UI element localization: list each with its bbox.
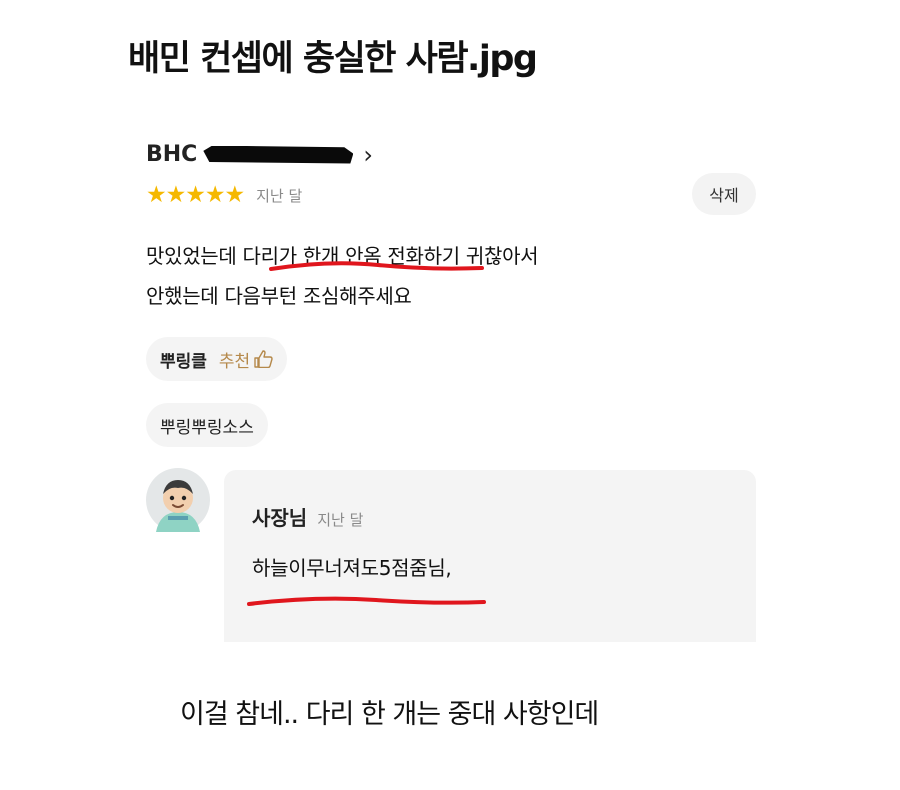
- star-rating: ★★★★★: [146, 182, 245, 208]
- review-text-line-2: 안했는데 다음부턴 조심해주세요: [146, 284, 412, 308]
- sauce-tag[interactable]: 뿌링뿌링소스: [146, 403, 268, 447]
- reply-date: 지난 달: [317, 511, 364, 529]
- recommend-label: 추천: [218, 351, 251, 372]
- delete-button[interactable]: 삭제: [692, 173, 756, 215]
- thumbs-up-icon: [254, 350, 273, 368]
- reply-header: 사장님 지난 달: [252, 502, 363, 531]
- post-caption: 이걸 참네.. 다리 한 개는 중대 사항인데: [180, 699, 599, 730]
- red-underline-mark: [269, 261, 484, 271]
- redaction-mark: [203, 145, 354, 164]
- red-underline-mark: [247, 596, 486, 606]
- rating-row: ★★★★★ 지난 달: [146, 182, 302, 208]
- owner-avatar: [146, 468, 210, 532]
- review-text: 맛있었는데 다리가 한개 안옴 전화하기 귀찮아서 안했는데 다음부턴 조심해주…: [146, 236, 539, 316]
- owner-reply: 사장님 지난 달 하늘이무너져도5점줌님,: [224, 470, 756, 642]
- store-name: BHC: [146, 142, 198, 167]
- post-title: 배민 컨셉에 충실한 사람.jpg: [128, 39, 538, 79]
- menu-tag-name: 뿌링클: [160, 351, 207, 372]
- reply-text: 하늘이무너져도5점줌님,: [252, 556, 452, 580]
- chevron-right-icon[interactable]: ›: [363, 143, 373, 167]
- store-header[interactable]: BHC ›: [146, 142, 373, 167]
- menu-tag[interactable]: 뿌링클 추천: [146, 337, 288, 381]
- reply-author: 사장님: [252, 506, 308, 530]
- review-date: 지난 달: [256, 186, 303, 205]
